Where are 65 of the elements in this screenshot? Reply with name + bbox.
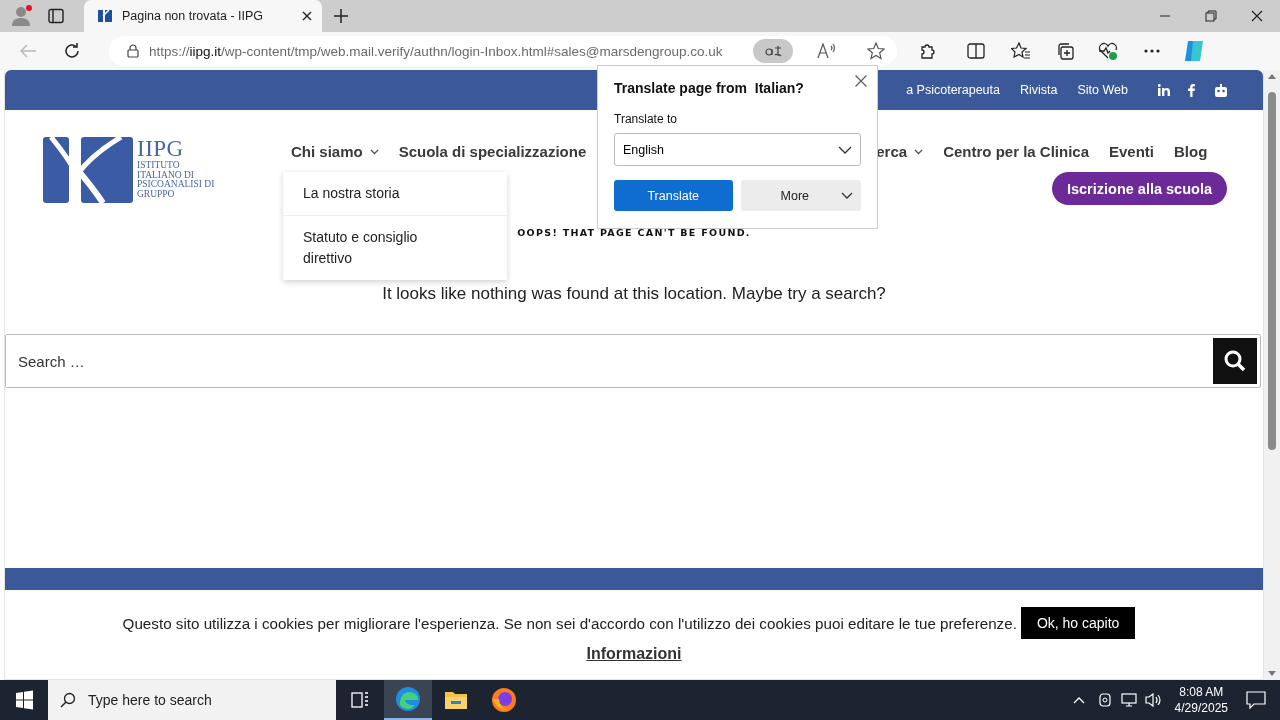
translate-button[interactable] (753, 39, 793, 63)
more-icon[interactable] (1144, 49, 1160, 53)
top-link[interactable]: a Psicoterapeuta (906, 83, 1000, 97)
site-logo[interactable]: IIPG ISTITUTO ITALIANO DI PSICOANALISI DI GRUPPO (43, 137, 215, 205)
refresh-icon[interactable] (63, 42, 81, 60)
clock-time[interactable]: 8:08 AM (1179, 684, 1224, 700)
error-title: OOPS! THAT PAGE CAN'T BE FOUND. (517, 227, 751, 238)
nav-link[interactable]: Eventi (1109, 143, 1154, 160)
top-link[interactable]: Rivista (1020, 83, 1058, 97)
scrollbar[interactable] (1264, 70, 1280, 680)
tab-actions-icon[interactable] (48, 8, 64, 24)
nav-link[interactable]: erca (876, 143, 924, 160)
close-tab-icon[interactable] (302, 11, 312, 21)
translate-icon (764, 44, 782, 58)
info-link[interactable]: Informazioni (586, 645, 682, 663)
extensions-icon[interactable] (919, 42, 937, 60)
restore-icon[interactable] (1205, 10, 1217, 22)
copilot-icon[interactable] (1182, 39, 1206, 63)
accept-button[interactable]: Ok, ho capito (1020, 607, 1136, 639)
search-icon (60, 692, 76, 708)
menu-item[interactable]: La nostra storia (283, 172, 507, 215)
close-icon[interactable] (1251, 10, 1263, 22)
site-favicon (98, 10, 112, 22)
nav-link[interactable]: Chi siamo (291, 143, 379, 160)
profile-icon[interactable] (10, 4, 34, 28)
search-button[interactable] (1213, 338, 1257, 384)
volume-icon[interactable] (1144, 692, 1163, 708)
read-aloud-icon[interactable] (817, 43, 837, 59)
new-tab-icon[interactable] (334, 9, 348, 23)
field-label: Translate to (614, 112, 678, 126)
nav-link[interactable]: Blog (1174, 143, 1208, 160)
popup-title: Translate page from Italian? (614, 80, 805, 96)
lock-icon[interactable] (127, 44, 139, 58)
more-button[interactable]: More (740, 180, 861, 211)
scroll-up-icon[interactable] (1268, 74, 1276, 79)
close-icon[interactable] (855, 75, 867, 87)
nav-link[interactable]: Centro per la Clinica (943, 143, 1089, 160)
chevron-up-icon[interactable] (1072, 696, 1085, 704)
taskbar-search-field[interactable]: Type here to search (48, 680, 336, 720)
browser-tab[interactable]: Pagina non trovata - IIPG (84, 0, 322, 32)
nav-link[interactable]: Scuola di specializzazione (398, 143, 587, 160)
edge-taskbar-icon[interactable] (384, 680, 432, 720)
chevron-down-icon (841, 192, 853, 199)
heartbeat-icon[interactable] (1098, 42, 1118, 60)
translate-button[interactable]: Translate (614, 180, 733, 211)
enroll-button[interactable]: Iscrizione alla scuola (1051, 172, 1227, 205)
notification-icon[interactable] (1246, 691, 1266, 709)
tab-title: Pagina non trovata - IIPG (122, 9, 265, 23)
facebook-icon[interactable] (1188, 83, 1195, 97)
collections-icon[interactable] (1056, 42, 1074, 60)
cookie-text: Questo sito utilizza i cookies per migliorare l'esperienza. Se non sei d'accordo con l'utilizzo dei cookies puoi editare le tue preferenze. (122, 614, 1017, 632)
top-link[interactable]: Sito Web (1077, 83, 1128, 97)
language-select[interactable]: English (614, 133, 861, 166)
network-icon[interactable] (1120, 692, 1139, 708)
robot-icon[interactable] (1215, 83, 1227, 97)
chevron-down-icon (838, 145, 852, 154)
scroll-down-icon[interactable] (1268, 671, 1276, 676)
search-icon (1224, 350, 1246, 372)
split-screen-icon[interactable] (967, 43, 985, 59)
star-icon[interactable] (867, 42, 885, 60)
clock-date[interactable]: 4/29/2025 (1174, 700, 1228, 716)
linkedin-icon[interactable] (1158, 84, 1170, 96)
error-message: It looks like nothing was found at this location. Maybe try a search? (382, 284, 886, 304)
favorites-icon[interactable] (1011, 42, 1031, 60)
menu-item[interactable]: Statuto e consiglio direttivo (283, 215, 507, 280)
